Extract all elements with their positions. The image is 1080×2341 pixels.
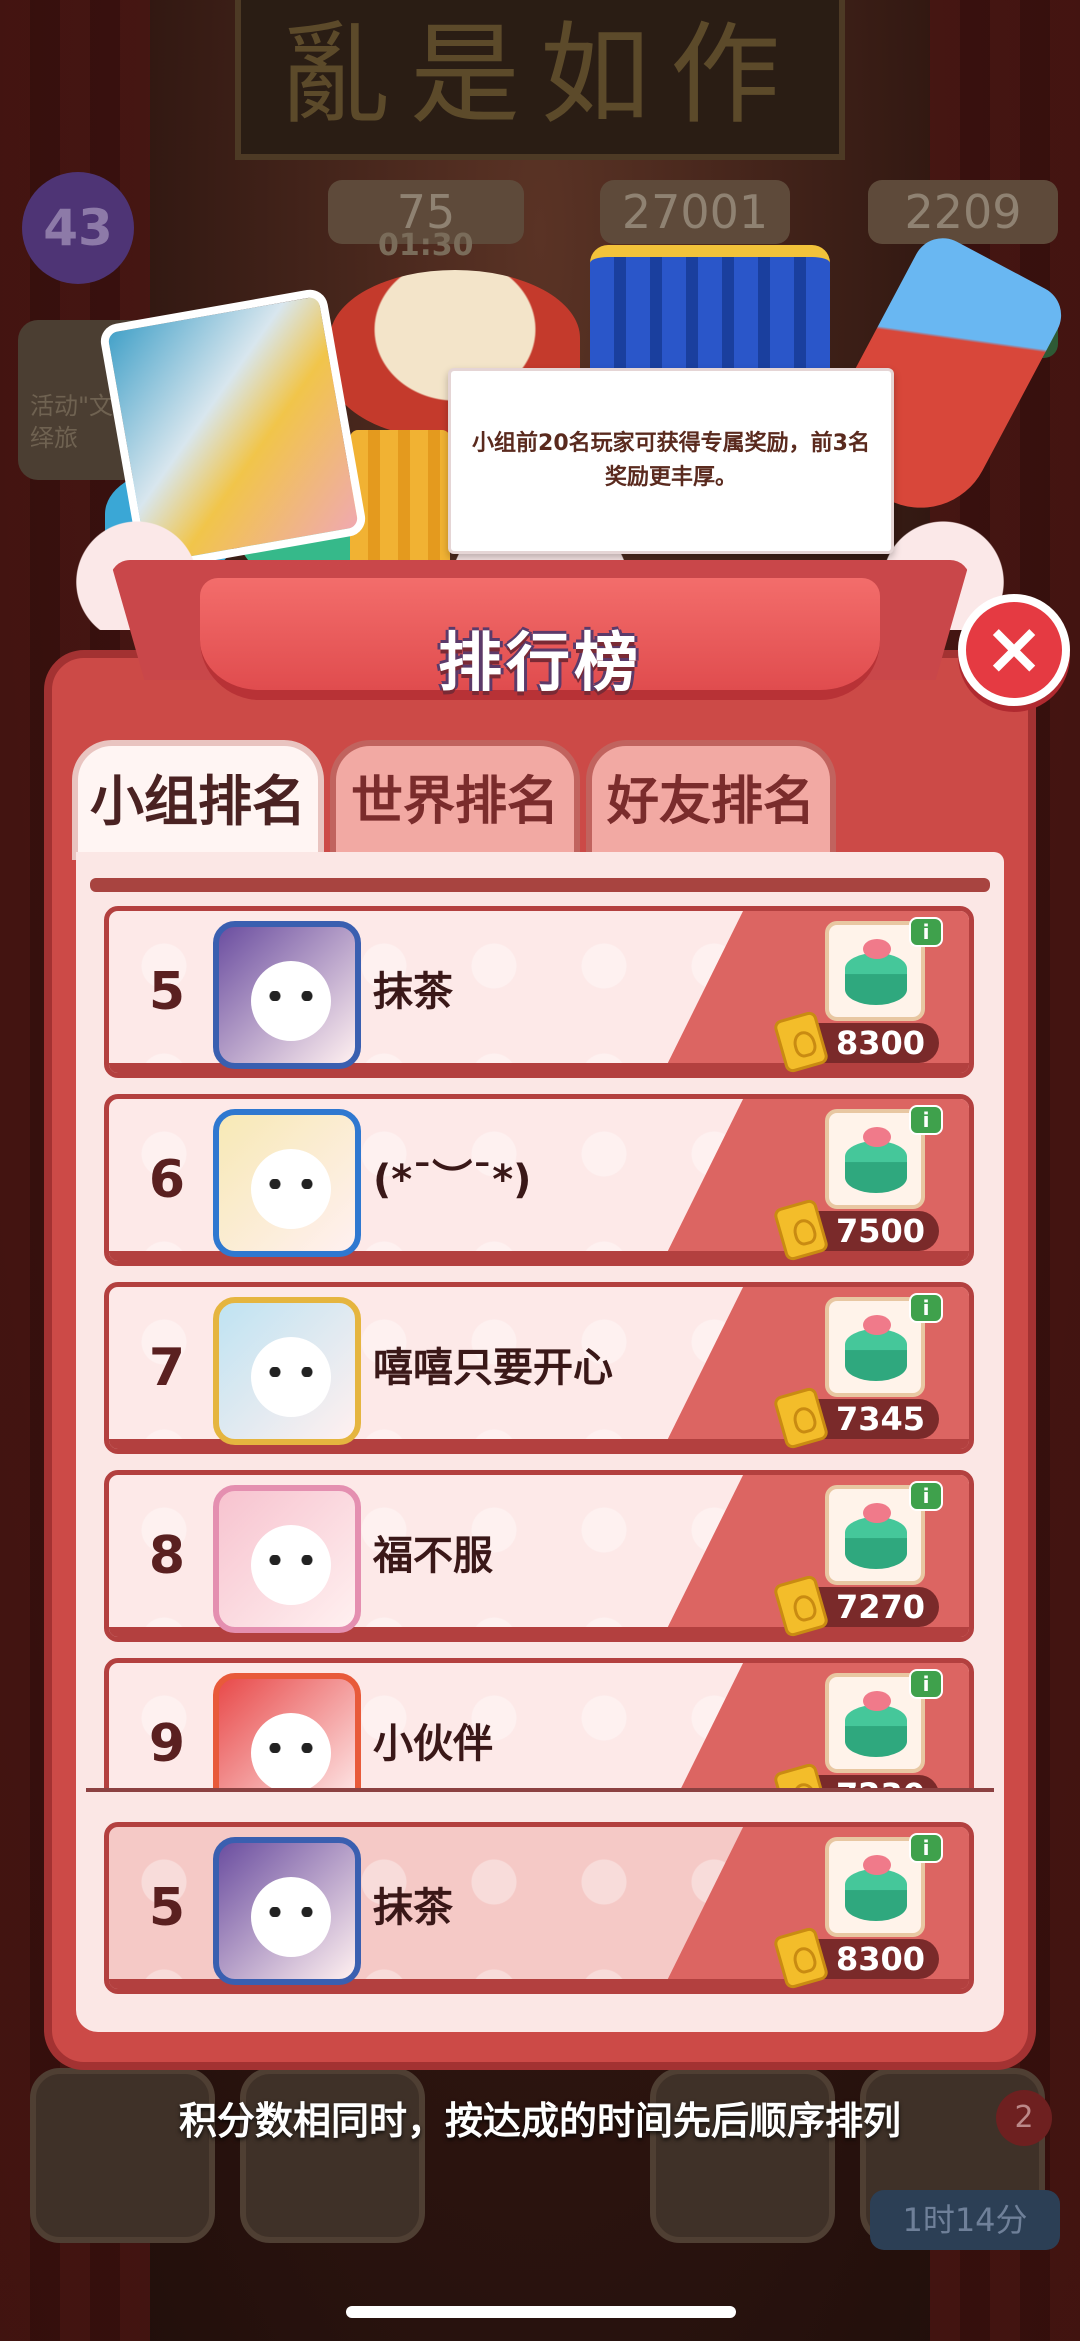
reward-box[interactable]: i bbox=[825, 1481, 943, 1585]
player-name: 嘻嘻只要开心 bbox=[373, 1345, 613, 1391]
ranking-tabs: 小组排名 世界排名 好友排名 bbox=[72, 740, 836, 860]
my-ranking-row[interactable]: 5 抹茶 i 8300 bbox=[104, 1822, 974, 1994]
tab-friend-ranking[interactable]: 好友排名 bbox=[586, 740, 836, 860]
player-name: (*¯︶¯*) bbox=[373, 1157, 532, 1203]
energy-timer: 01:30 bbox=[378, 228, 474, 263]
avatar[interactable] bbox=[213, 1837, 361, 1985]
info-icon[interactable]: i bbox=[909, 1833, 943, 1863]
avatar-face bbox=[251, 1525, 331, 1605]
ranking-row[interactable]: 6 (*¯︶¯*) i 7500 bbox=[104, 1094, 974, 1266]
headdress-decoration bbox=[590, 245, 830, 375]
rank-number: 5 bbox=[148, 1878, 186, 1938]
reward-box[interactable]: i bbox=[825, 1293, 943, 1397]
avatar[interactable] bbox=[213, 1297, 361, 1445]
ranking-list[interactable]: 5 抹茶 i 8300 6 (*¯︶¯*) i 7500 7 嘻嘻只要开心 i bbox=[90, 878, 990, 1790]
level-badge: 43 bbox=[22, 172, 134, 284]
gem-counter: 2209 bbox=[868, 180, 1058, 244]
tie-break-note: 积分数相同时，按达成的时间先后顺序排列 bbox=[178, 2099, 901, 2143]
reward-tooltip: 小组前20名玩家可获得专属奖励，前3名奖励更丰厚。 bbox=[448, 368, 894, 554]
tab-world-ranking[interactable]: 世界排名 bbox=[330, 740, 580, 860]
gift-box-icon bbox=[845, 1691, 907, 1757]
close-icon: × bbox=[983, 606, 1045, 690]
reward-box[interactable]: i bbox=[825, 917, 943, 1021]
player-name: 小伙伴 bbox=[373, 1721, 493, 1767]
avatar[interactable] bbox=[213, 921, 361, 1069]
gift-box-icon bbox=[845, 1503, 907, 1569]
rank-number: 8 bbox=[148, 1526, 186, 1586]
info-icon[interactable]: i bbox=[909, 917, 943, 947]
avatar-face bbox=[251, 1149, 331, 1229]
ranking-row[interactable]: 9 小伙伴 i 7230 bbox=[104, 1658, 974, 1790]
ranking-row[interactable]: 8 福不服 i 7270 bbox=[104, 1470, 974, 1642]
reward-box[interactable]: i bbox=[825, 1105, 943, 1209]
gift-box-icon bbox=[845, 939, 907, 1005]
info-icon[interactable]: i bbox=[909, 1481, 943, 1511]
avatar-eyes bbox=[269, 1907, 313, 1917]
reward-box[interactable]: i bbox=[825, 1833, 943, 1937]
avatar[interactable] bbox=[213, 1485, 361, 1633]
list-top-edge bbox=[90, 878, 990, 892]
info-icon[interactable]: i bbox=[909, 1105, 943, 1135]
gift-box-icon bbox=[845, 1855, 907, 1921]
cash-counter: 27001 bbox=[600, 180, 790, 244]
player-name: 抹茶 bbox=[373, 1885, 453, 1931]
player-name: 抹茶 bbox=[373, 969, 453, 1015]
avatar-eyes bbox=[269, 1743, 313, 1753]
stage-sign: 亂是如作 bbox=[235, 0, 845, 160]
tab-group-ranking[interactable]: 小组排名 bbox=[72, 740, 324, 860]
avatar-eyes bbox=[269, 1179, 313, 1189]
gift-box-icon bbox=[845, 1315, 907, 1381]
gift-box-icon bbox=[845, 1127, 907, 1193]
rank-number: 9 bbox=[148, 1714, 186, 1774]
background-timer-badge: 1时14分 bbox=[870, 2190, 1060, 2250]
player-name: 福不服 bbox=[373, 1533, 493, 1579]
info-icon[interactable]: i bbox=[909, 1669, 943, 1699]
avatar-eyes bbox=[269, 1367, 313, 1377]
rank-number: 6 bbox=[148, 1150, 186, 1210]
list-divider bbox=[86, 1788, 994, 1792]
avatar[interactable] bbox=[213, 1109, 361, 1257]
avatar-face bbox=[251, 961, 331, 1041]
close-button[interactable]: × bbox=[958, 594, 1070, 706]
avatar-eyes bbox=[269, 991, 313, 1001]
info-icon[interactable]: i bbox=[909, 1293, 943, 1323]
reward-box[interactable]: i bbox=[825, 1669, 943, 1773]
ranking-row[interactable]: 7 嘻嘻只要开心 i 7345 bbox=[104, 1282, 974, 1454]
home-indicator[interactable] bbox=[346, 2306, 736, 2318]
ranking-row[interactable]: 5 抹茶 i 8300 bbox=[104, 906, 974, 1078]
avatar-face bbox=[251, 1337, 331, 1417]
avatar-eyes bbox=[269, 1555, 313, 1565]
page-title: 排行榜 bbox=[438, 627, 642, 701]
rank-number: 5 bbox=[148, 962, 186, 1022]
rank-number: 7 bbox=[148, 1338, 186, 1398]
avatar[interactable] bbox=[213, 1673, 361, 1790]
avatar-face bbox=[251, 1877, 331, 1957]
